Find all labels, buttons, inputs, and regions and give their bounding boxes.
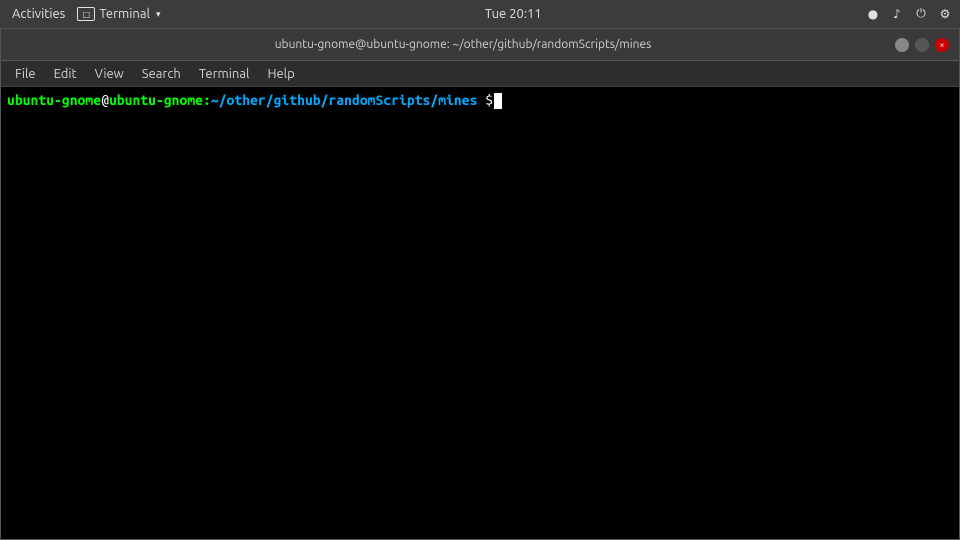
menu-edit[interactable]: Edit: [46, 65, 85, 83]
prompt-colon: :: [203, 91, 211, 111]
menu-bar: File Edit View Search Terminal Help: [1, 61, 959, 87]
window-title: ubuntu-gnome@ubuntu-gnome: ~/other/githu…: [31, 38, 895, 51]
power-icon[interactable]: ⏻: [914, 7, 928, 21]
system-bar: Activities □ Terminal ▾ Tue 20:11 ● ♪ ⏻ …: [0, 0, 960, 28]
system-bar-left: Activities □ Terminal ▾: [8, 7, 160, 21]
window-controls: ×: [895, 38, 949, 52]
system-bar-clock: Tue 20:11: [485, 7, 542, 21]
menu-help[interactable]: Help: [259, 65, 302, 83]
menu-terminal[interactable]: Terminal: [191, 65, 258, 83]
prompt-user: ubuntu-gnome: [7, 91, 101, 111]
settings-icon[interactable]: ⚙: [938, 7, 952, 21]
title-bar: ubuntu-gnome@ubuntu-gnome: ~/other/githu…: [1, 29, 959, 61]
prompt-dollar: [477, 91, 485, 111]
close-icon: ×: [939, 40, 944, 50]
close-button[interactable]: ×: [935, 38, 949, 52]
prompt-dollar-sign: $: [485, 91, 493, 111]
terminal-taskbar-chevron: ▾: [156, 9, 161, 20]
terminal-taskbar-label: Terminal: [99, 7, 150, 21]
activities-button[interactable]: Activities: [8, 7, 69, 21]
prompt-host: ubuntu-gnome: [109, 91, 203, 111]
prompt-path: ~/other/github/randomScripts/mines: [211, 91, 478, 111]
maximize-button[interactable]: [915, 38, 929, 52]
terminal-taskbar-icon: □: [77, 7, 95, 21]
minimize-button[interactable]: [895, 38, 909, 52]
terminal-taskbar-button[interactable]: □ Terminal ▾: [77, 7, 160, 21]
circle-indicator-icon: ●: [866, 7, 880, 21]
menu-file[interactable]: File: [7, 65, 44, 83]
terminal-cursor: [494, 93, 502, 109]
speaker-icon[interactable]: ♪: [890, 7, 904, 21]
system-bar-right: ● ♪ ⏻ ⚙: [866, 7, 952, 21]
prompt-at: @: [101, 91, 109, 111]
menu-view[interactable]: View: [87, 65, 132, 83]
prompt-line: ubuntu-gnome @ ubuntu-gnome : ~/other/gi…: [7, 91, 953, 111]
terminal-window: ubuntu-gnome@ubuntu-gnome: ~/other/githu…: [0, 28, 960, 540]
menu-search[interactable]: Search: [134, 65, 189, 83]
terminal-content[interactable]: ubuntu-gnome @ ubuntu-gnome : ~/other/gi…: [1, 87, 959, 539]
